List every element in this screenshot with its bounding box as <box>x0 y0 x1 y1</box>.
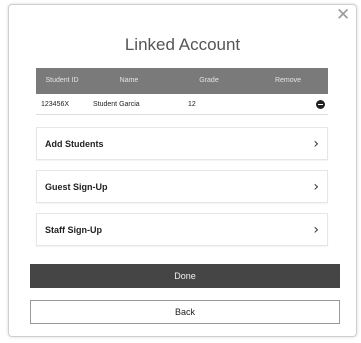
chevron-right-icon: › <box>313 221 319 238</box>
done-button[interactable]: Done <box>30 264 340 288</box>
header-name: Name <box>119 77 139 84</box>
add-students-label: Add Students <box>45 138 104 149</box>
table-row: 123456X Student Garcia 12 <box>36 94 328 115</box>
table-header: Student ID Name Grade Remove <box>36 68 328 94</box>
header-student-id: Student ID <box>45 77 79 84</box>
cell-remove <box>248 99 328 109</box>
cell-student-id: 123456X <box>41 100 70 108</box>
chevron-right-icon: › <box>313 178 319 195</box>
guest-sign-up-label: Guest Sign-Up <box>45 181 108 192</box>
cell-grade: 12 <box>188 100 196 108</box>
staff-sign-up-label: Staff Sign-Up <box>45 224 102 235</box>
guest-sign-up-button[interactable]: Guest Sign-Up › <box>36 170 328 203</box>
close-icon[interactable]: ✕ <box>336 7 350 24</box>
cell-name: Student Garcia <box>93 100 140 108</box>
back-button[interactable]: Back <box>30 300 340 324</box>
students-table: Student ID Name Grade Remove 123456X Stu… <box>36 68 328 115</box>
chevron-right-icon: › <box>313 135 319 152</box>
dialog-title: Linked Account <box>124 35 241 54</box>
linked-account-dialog: ✕ Linked Account Student ID Name Grade R… <box>8 4 357 337</box>
remove-student-icon[interactable] <box>316 99 325 109</box>
header-grade: Grade <box>199 77 219 84</box>
staff-sign-up-button[interactable]: Staff Sign-Up › <box>36 213 328 246</box>
header-remove: Remove <box>274 77 302 84</box>
add-students-button[interactable]: Add Students › <box>36 127 328 160</box>
